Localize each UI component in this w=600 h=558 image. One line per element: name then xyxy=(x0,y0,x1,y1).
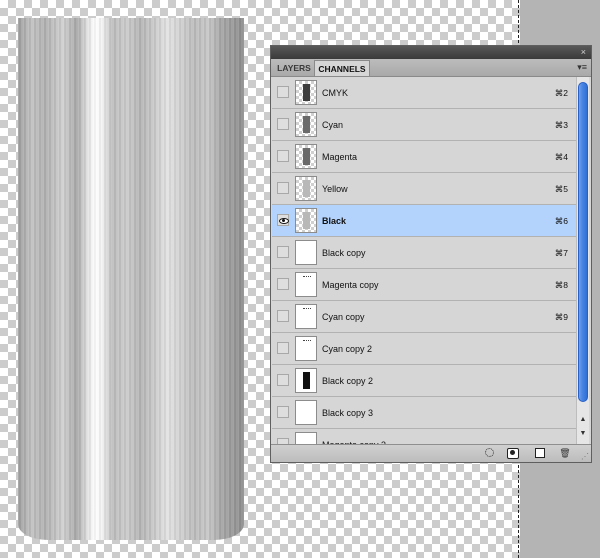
visibility-toggle[interactable] xyxy=(277,150,289,162)
channel-thumbnail xyxy=(295,304,317,329)
scrollbar-thumb[interactable] xyxy=(578,82,588,402)
visibility-toggle[interactable] xyxy=(277,374,289,386)
channel-thumbnail xyxy=(295,176,317,201)
tab-channels[interactable]: CHANNELS xyxy=(314,60,370,76)
channel-row[interactable]: Black copy 3 xyxy=(272,397,576,429)
thumbnail-shape xyxy=(303,180,310,197)
panel-close-icon[interactable]: × xyxy=(581,48,586,57)
channel-row[interactable]: Black ⌘6 xyxy=(272,205,576,237)
channel-list: CMYK ⌘2 Cyan ⌘3 Magenta ⌘4 Yellow ⌘5 Black ⌘6 Blac… xyxy=(272,77,576,445)
panel-bottom-toolbar: 🗑 ⋰ xyxy=(271,444,591,462)
channel-name: Black copy 2 xyxy=(322,376,374,386)
thumbnail-shape xyxy=(303,148,310,165)
channel-thumbnail xyxy=(295,368,317,393)
channel-row[interactable]: Magenta ⌘4 xyxy=(272,141,576,173)
channel-row[interactable]: CMYK ⌘2 xyxy=(272,77,576,109)
thumbnail-shape xyxy=(303,84,310,101)
channel-name: Cyan xyxy=(322,120,344,130)
channel-thumbnail xyxy=(295,112,317,137)
channel-name: Yellow xyxy=(322,184,348,194)
channels-panel: × LAYERS CHANNELS ▾≡ CMYK ⌘2 Cyan ⌘3 Magenta… xyxy=(270,45,592,463)
visibility-toggle[interactable] xyxy=(277,342,289,354)
load-channel-as-selection-icon[interactable] xyxy=(483,448,495,459)
panel-menu-icon[interactable]: ▾≡ xyxy=(577,62,587,72)
thumbnail-shape xyxy=(303,212,310,229)
panel-titlebar[interactable]: × xyxy=(271,46,591,59)
visibility-toggle[interactable] xyxy=(277,182,289,194)
channel-row[interactable]: Black copy 2 xyxy=(272,365,576,397)
visibility-toggle[interactable] xyxy=(277,246,289,258)
channel-list-scrollbar[interactable]: ▲ ▼ xyxy=(576,77,589,445)
channel-row[interactable]: Black copy ⌘7 xyxy=(272,237,576,269)
channel-row[interactable]: Yellow ⌘5 xyxy=(272,173,576,205)
visibility-toggle[interactable] xyxy=(277,310,289,322)
channel-row[interactable]: Cyan copy ⌘9 xyxy=(272,301,576,333)
visibility-toggle[interactable] xyxy=(277,406,289,418)
channel-name: Black xyxy=(322,216,347,226)
channel-thumbnail xyxy=(295,208,317,233)
channel-shortcut: ⌘8 xyxy=(554,280,568,290)
scroll-up-arrow-icon[interactable]: ▲ xyxy=(577,414,589,426)
channel-shortcut: ⌘7 xyxy=(554,248,568,258)
channel-shortcut: ⌘9 xyxy=(554,312,568,322)
channel-row[interactable]: Magenta copy 3 xyxy=(272,429,576,445)
channel-name: Magenta copy 3 xyxy=(322,440,387,445)
channel-shortcut: ⌘3 xyxy=(554,120,568,130)
channel-thumbnail xyxy=(295,272,317,297)
channel-row[interactable]: Magenta copy ⌘8 xyxy=(272,269,576,301)
trash-icon[interactable]: 🗑 xyxy=(559,448,571,459)
visibility-toggle[interactable] xyxy=(277,278,289,290)
channel-name: Cyan copy xyxy=(322,312,365,322)
thumbnail-shape xyxy=(303,372,310,389)
thumbnail-shape xyxy=(303,276,311,279)
channel-thumbnail xyxy=(295,240,317,265)
scroll-down-arrow-icon[interactable]: ▼ xyxy=(577,428,589,440)
channel-name: Cyan copy 2 xyxy=(322,344,373,354)
channel-thumbnail xyxy=(295,336,317,361)
channel-shortcut: ⌘6 xyxy=(554,216,568,226)
visibility-toggle[interactable] xyxy=(277,214,289,226)
save-selection-as-channel-icon[interactable] xyxy=(507,448,519,459)
new-channel-icon[interactable] xyxy=(534,448,546,459)
channel-row[interactable]: Cyan copy 2 xyxy=(272,333,576,365)
channel-shortcut: ⌘4 xyxy=(554,152,568,162)
panel-tab-bar: LAYERS CHANNELS ▾≡ xyxy=(271,59,591,77)
channel-shortcut: ⌘5 xyxy=(554,184,568,194)
thumbnail-shape xyxy=(303,308,311,311)
channel-name: CMYK xyxy=(322,88,349,98)
channel-row[interactable]: Cyan ⌘3 xyxy=(272,109,576,141)
visibility-toggle[interactable] xyxy=(277,86,289,98)
channel-name: Magenta xyxy=(322,152,358,162)
channel-name: Black copy 3 xyxy=(322,408,374,418)
channel-name: Black copy xyxy=(322,248,366,258)
channel-name: Magenta copy xyxy=(322,280,379,290)
channel-shortcut: ⌘2 xyxy=(554,88,568,98)
thumbnail-shape xyxy=(303,340,311,343)
tab-layers[interactable]: LAYERS xyxy=(274,60,314,76)
visibility-toggle[interactable] xyxy=(277,118,289,130)
channel-thumbnail xyxy=(295,144,317,169)
thumbnail-shape xyxy=(303,116,310,133)
eye-icon xyxy=(278,215,289,225)
channel-thumbnail xyxy=(295,80,317,105)
brushed-metal-cylinder-artwork xyxy=(18,18,244,540)
resize-grip-icon[interactable]: ⋰ xyxy=(581,452,589,461)
channel-thumbnail xyxy=(295,400,317,425)
